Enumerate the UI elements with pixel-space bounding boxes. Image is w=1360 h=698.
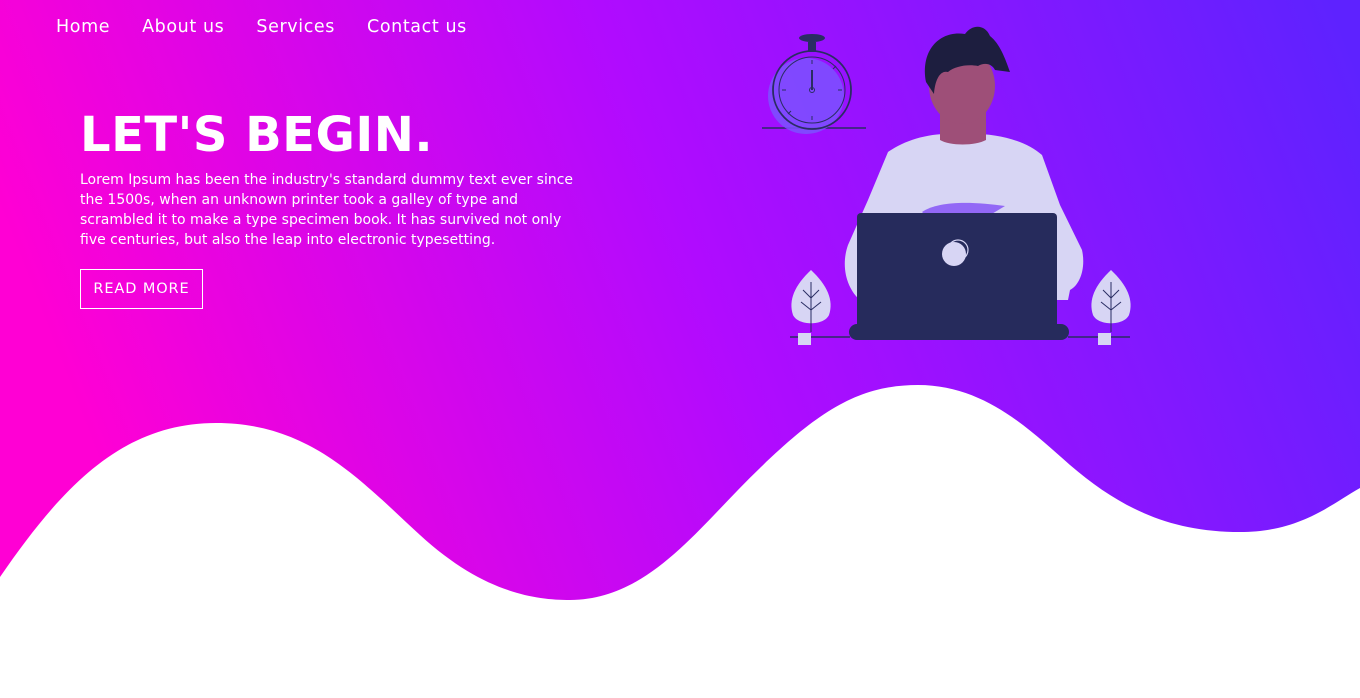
hero-section: Home About us Services Contact us LET'S … [0,0,1360,698]
read-more-button[interactable]: READ MORE [80,269,203,309]
nav-link-services[interactable]: Services [256,16,335,38]
main-nav: Home About us Services Contact us [56,16,499,38]
hero-title: LET'S BEGIN. [80,107,434,163]
plant-icon-left [790,270,850,345]
stopwatch-icon [762,34,866,134]
laptop-icon [849,213,1069,340]
hero-description: Lorem Ipsum has been the industry's stan… [80,172,574,248]
nav-link-about-us[interactable]: About us [142,16,224,38]
nav-link-contact-us[interactable]: Contact us [367,16,467,38]
nav-link-home[interactable]: Home [56,16,110,38]
person-working-illustration [762,26,1131,345]
